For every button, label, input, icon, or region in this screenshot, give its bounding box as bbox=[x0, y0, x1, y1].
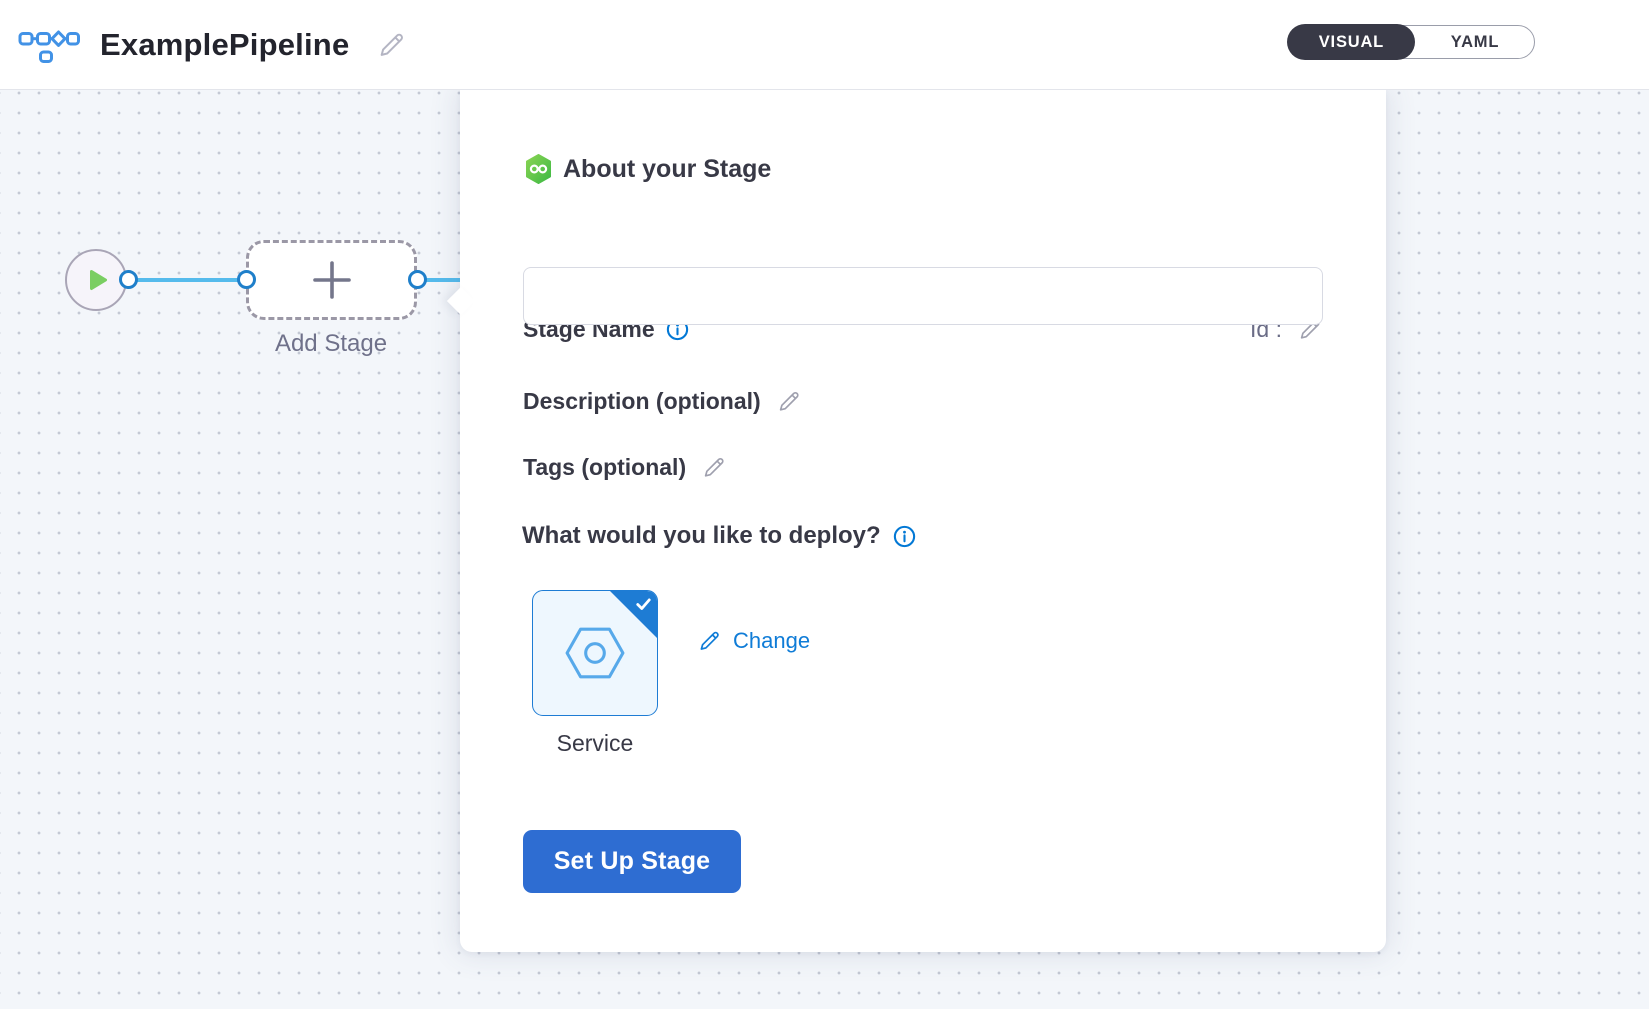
service-deploy-card[interactable] bbox=[532, 590, 658, 716]
page-title: ExamplePipeline bbox=[100, 27, 349, 63]
stage-name-input[interactable] bbox=[523, 267, 1323, 325]
deploy-question: What would you like to deploy? bbox=[522, 522, 881, 550]
pipeline-start-node[interactable] bbox=[65, 249, 127, 311]
set-up-stage-button[interactable]: Set Up Stage bbox=[523, 830, 741, 893]
deploy-question-row: What would you like to deploy? bbox=[522, 522, 916, 550]
panel-heading: About your Stage bbox=[563, 155, 771, 184]
pipeline-canvas[interactable]: Add Stage About your Stage St bbox=[0, 90, 1649, 1009]
add-stage-label: Add Stage bbox=[231, 330, 431, 358]
about-stage-panel: About your Stage Stage Name Id : bbox=[460, 90, 1386, 952]
change-deploy-type[interactable]: Change bbox=[696, 628, 810, 654]
pipeline-studio: ExamplePipeline VISUAL YAML bbox=[0, 0, 1649, 1009]
add-stage-button[interactable] bbox=[246, 240, 417, 320]
description-label: Description (optional) bbox=[523, 388, 761, 415]
header-bar: ExamplePipeline VISUAL YAML bbox=[0, 0, 1649, 90]
plus-icon bbox=[313, 261, 351, 299]
service-hexagon-icon bbox=[564, 626, 626, 680]
panel-caret bbox=[447, 287, 475, 315]
yaml-tab[interactable]: YAML bbox=[1416, 26, 1534, 58]
change-label: Change bbox=[733, 628, 810, 654]
connector-line bbox=[424, 278, 464, 282]
tags-row[interactable]: Tags (optional) bbox=[523, 454, 727, 481]
service-card-label: Service bbox=[545, 730, 645, 757]
edit-description-icon[interactable] bbox=[775, 388, 802, 415]
pipeline-graph-icon bbox=[18, 25, 80, 65]
description-row[interactable]: Description (optional) bbox=[523, 388, 802, 415]
pipeline-title-group: ExamplePipeline bbox=[18, 0, 407, 90]
connector-node[interactable] bbox=[408, 270, 427, 289]
connector-node[interactable] bbox=[119, 270, 138, 289]
change-pencil-icon bbox=[696, 628, 722, 654]
visual-tab[interactable]: VISUAL bbox=[1287, 24, 1415, 59]
connector-node[interactable] bbox=[237, 270, 256, 289]
checkmark-icon bbox=[636, 598, 651, 611]
panel-heading-row: About your Stage bbox=[525, 154, 771, 184]
tags-label: Tags (optional) bbox=[523, 454, 686, 481]
edit-tags-icon[interactable] bbox=[700, 454, 727, 481]
edit-pipeline-name-icon[interactable] bbox=[375, 29, 407, 61]
deploy-info-icon[interactable] bbox=[893, 525, 916, 548]
cd-stage-icon bbox=[525, 154, 552, 184]
mode-toggle: VISUAL YAML bbox=[1288, 25, 1535, 59]
play-icon bbox=[89, 269, 108, 291]
connector-line bbox=[134, 278, 248, 282]
